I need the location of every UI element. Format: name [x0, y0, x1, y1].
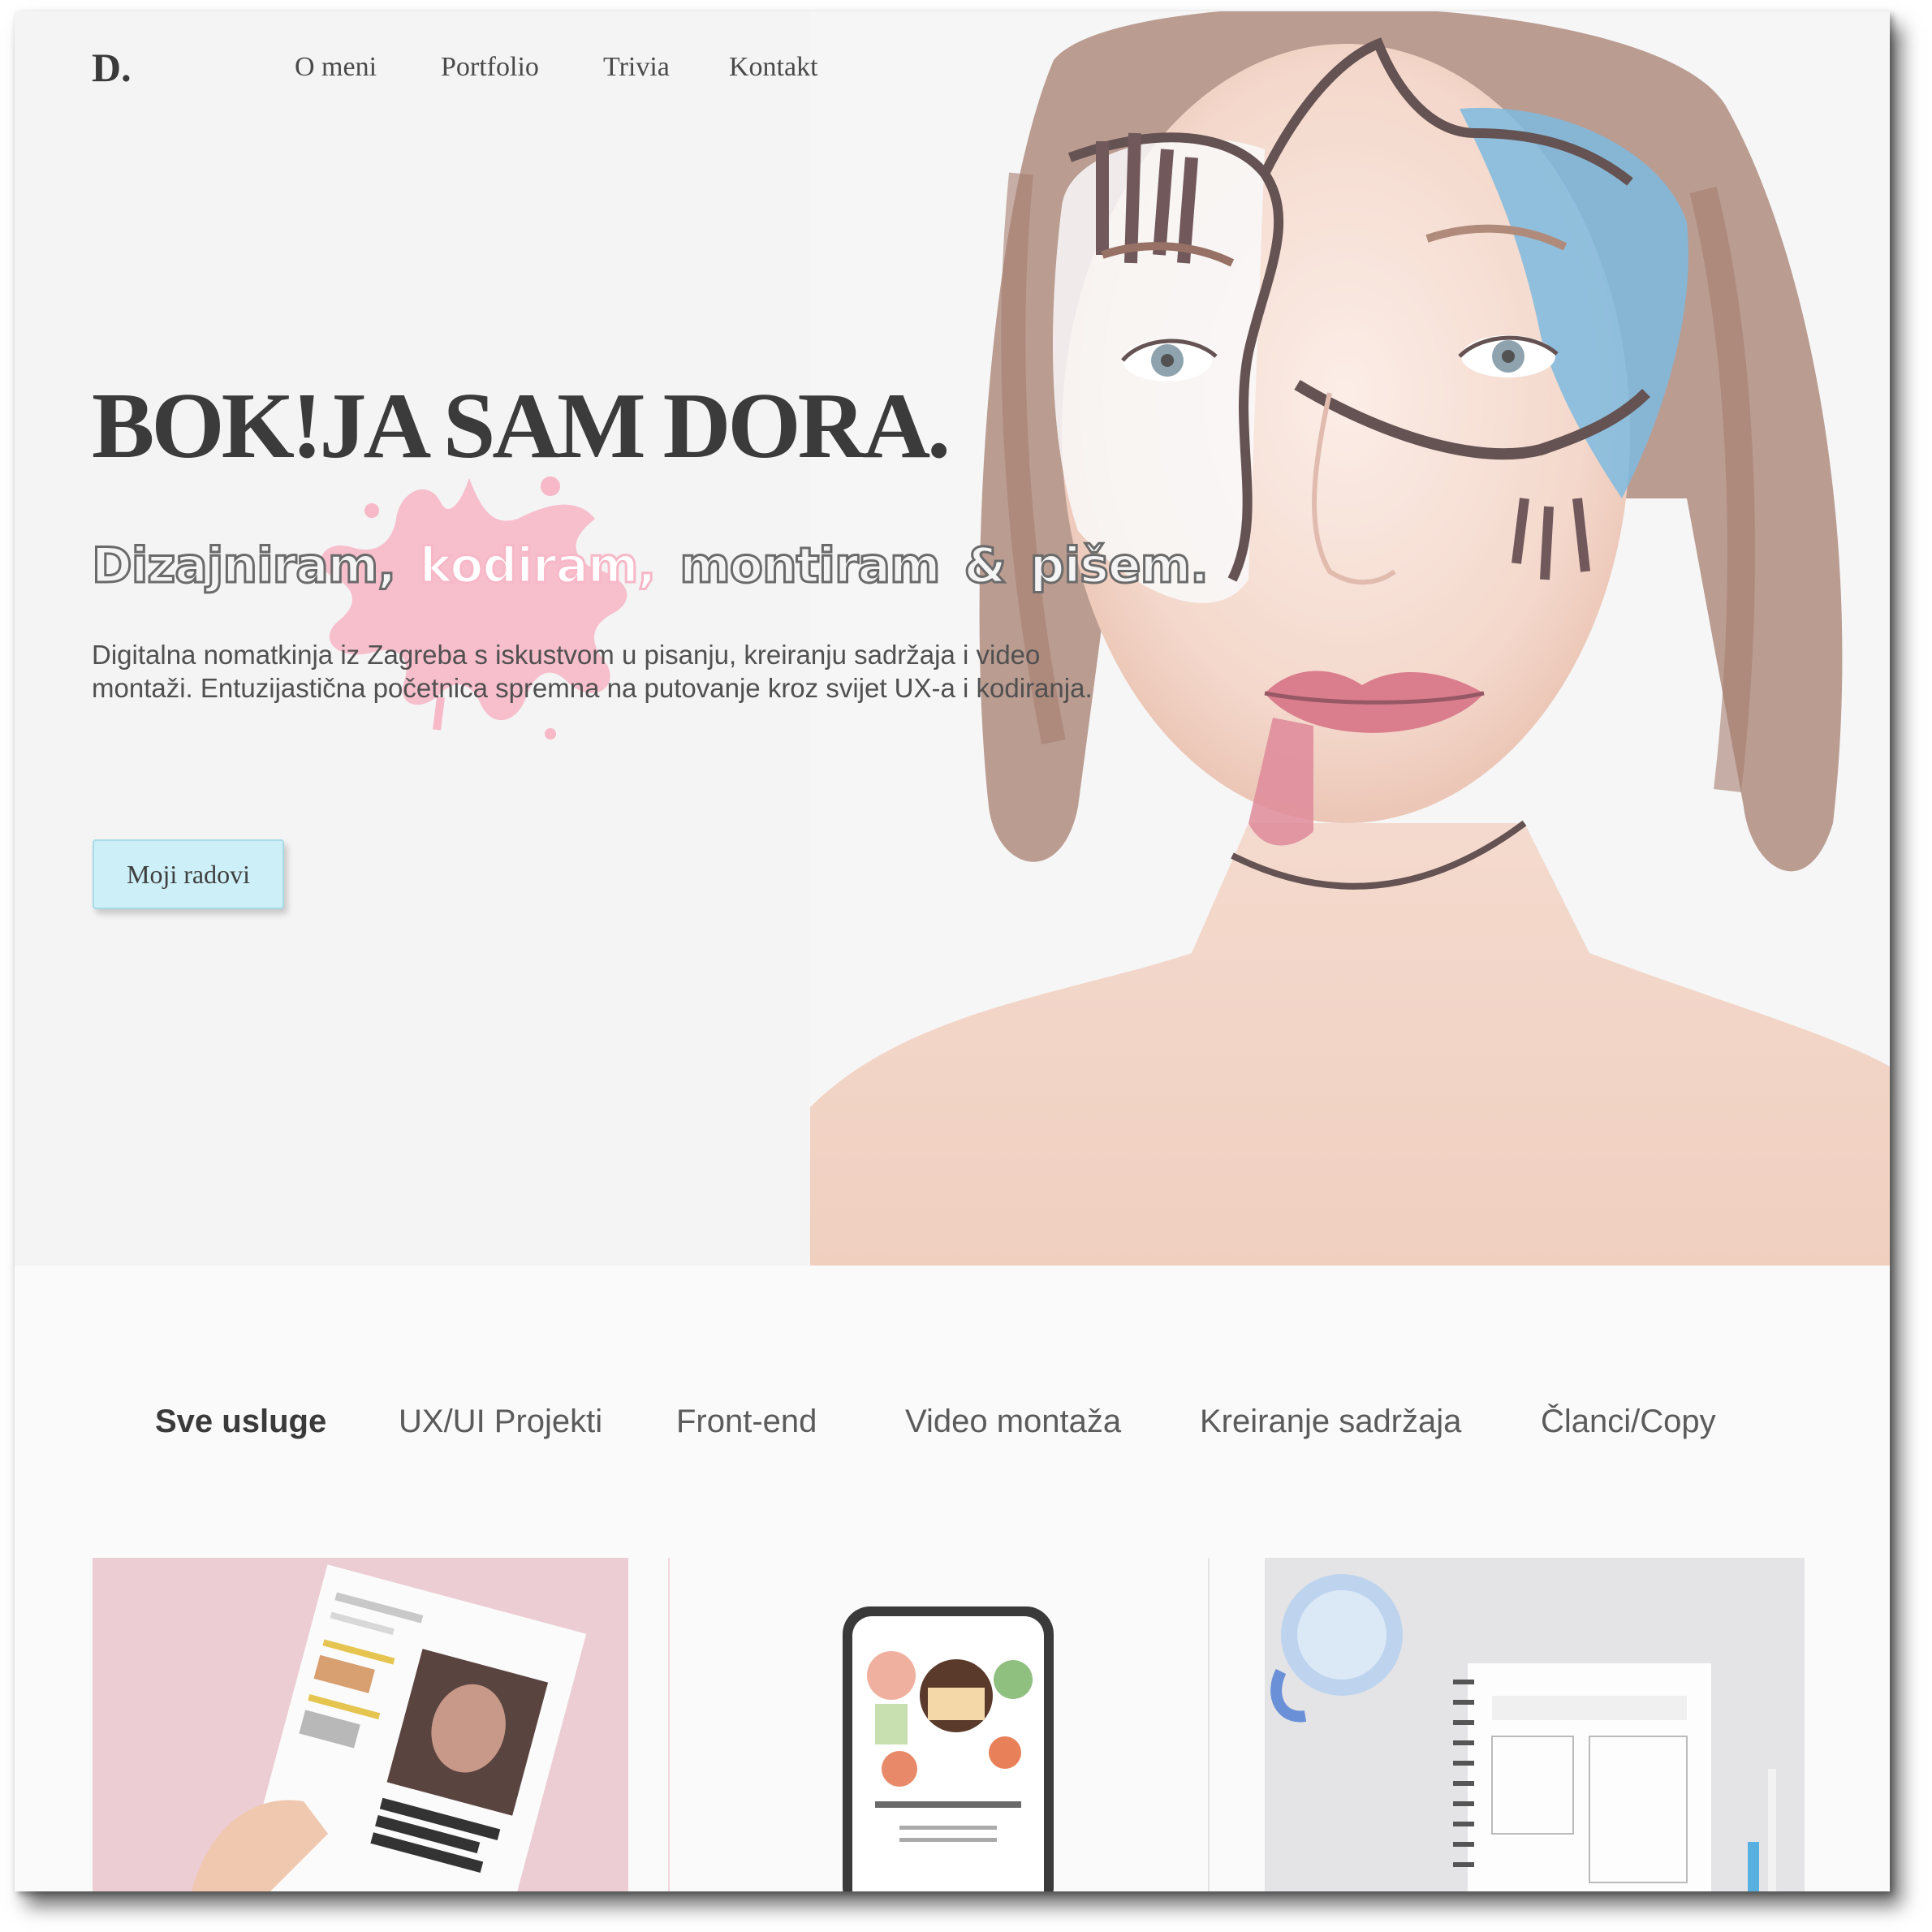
- subheadline-word-pisem: pišem.: [1029, 537, 1210, 596]
- nav-link-portfolio[interactable]: Portfolio: [441, 52, 539, 83]
- services-section: Sve usluge UX/UI Projekti Front-end Vide…: [15, 1266, 1890, 1891]
- tab-video-montaza[interactable]: Video montaža: [905, 1404, 1121, 1440]
- portfolio-card-mobile-app[interactable]: [688, 1558, 1200, 1891]
- nav-link-kontakt[interactable]: Kontakt: [729, 52, 818, 83]
- tab-ux-ui-projekti[interactable]: UX/UI Projekti: [399, 1404, 602, 1440]
- tab-sve-usluge[interactable]: Sve usluge: [155, 1404, 326, 1440]
- portfolio-card-planner[interactable]: [1265, 1558, 1805, 1891]
- nav-link-o-meni[interactable]: O meni: [295, 52, 377, 83]
- hero-section: D. O meni Portfolio Trivia Kontakt BOK!J…: [15, 11, 1890, 1266]
- service-filter-tabs: Sve usluge UX/UI Projekti Front-end Vide…: [15, 1404, 1890, 1452]
- moji-radovi-button[interactable]: Moji radovi: [93, 839, 284, 909]
- hero-intro-text: Digitalna nomatkinja iz Zagreba s iskust…: [92, 640, 1093, 703]
- tab-kreiranje-sadrzaja[interactable]: Kreiranje sadržaja: [1200, 1404, 1461, 1440]
- tab-clanci-copy[interactable]: Članci/Copy: [1541, 1404, 1716, 1440]
- planner-mockup-image: [1265, 1558, 1805, 1891]
- magazine-mockup-image: [93, 1558, 628, 1891]
- card-divider: [668, 1558, 670, 1891]
- subheadline-word-kodiram: kodiram,: [418, 537, 657, 596]
- logo[interactable]: D.: [92, 44, 132, 91]
- subheadline-word-dizajniram: Dizajniram,: [90, 537, 397, 596]
- portfolio-card-magazine[interactable]: [93, 1558, 628, 1891]
- tab-front-end[interactable]: Front-end: [676, 1404, 817, 1440]
- card-divider: [1208, 1558, 1210, 1891]
- hero-subheadline: Dizajniram, kodiram, montiram & pišem.: [90, 537, 1210, 596]
- page: D. O meni Portfolio Trivia Kontakt BOK!J…: [15, 11, 1890, 1891]
- subheadline-word-ampersand: &: [963, 537, 1007, 596]
- phone-mockup-image: [688, 1558, 1200, 1891]
- subheadline-word-montiram: montiram: [679, 537, 942, 596]
- nav-link-trivia[interactable]: Trivia: [603, 52, 670, 83]
